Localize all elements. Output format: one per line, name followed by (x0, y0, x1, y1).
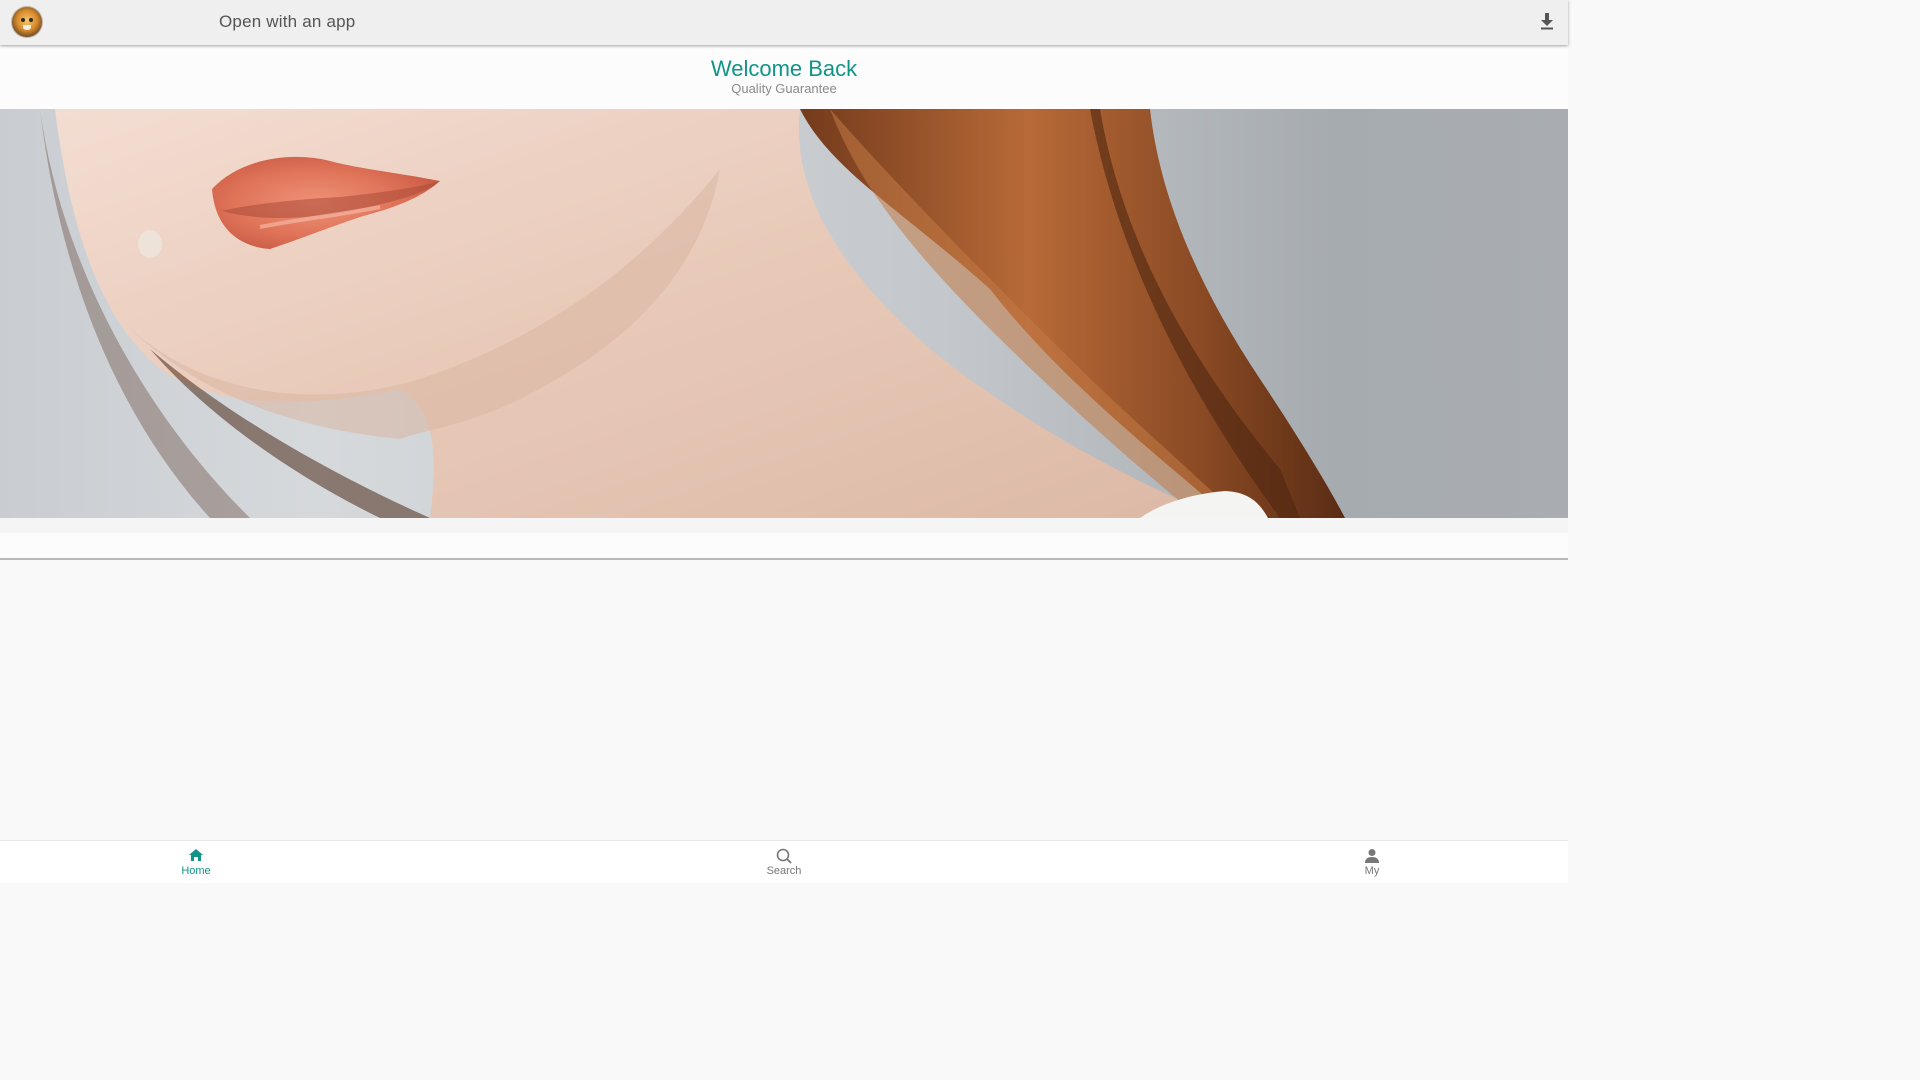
open-with-app-link[interactable]: Open with an app (219, 12, 355, 32)
nav-label-my: My (1364, 865, 1380, 877)
content-divider (0, 533, 1568, 560)
nav-item-home[interactable]: Home (136, 841, 256, 883)
user-icon (1365, 849, 1379, 863)
banner-illustration (40, 109, 1345, 518)
nav-item-my[interactable]: My (1312, 841, 1432, 883)
nav-label-home: Home (181, 865, 211, 877)
page: Open with an app Welcome Back Quality Gu… (0, 0, 1568, 883)
banner-image[interactable] (0, 109, 1568, 518)
page-subtitle: Quality Guarantee (731, 81, 837, 96)
tiger-logo-icon[interactable] (12, 7, 42, 37)
bottom-navigation: Home Search My (0, 840, 1568, 883)
nav-item-search[interactable]: Search (724, 841, 844, 883)
nav-label-search: Search (766, 865, 802, 877)
page-title: Welcome Back (710, 56, 858, 81)
search-icon (776, 848, 792, 864)
download-icon[interactable] (1540, 13, 1554, 30)
banner-spacer (0, 518, 1568, 533)
open-app-banner: Open with an app (0, 0, 1568, 45)
page-header: Welcome Back Quality Guarantee (0, 46, 1568, 109)
home-icon (189, 849, 203, 861)
